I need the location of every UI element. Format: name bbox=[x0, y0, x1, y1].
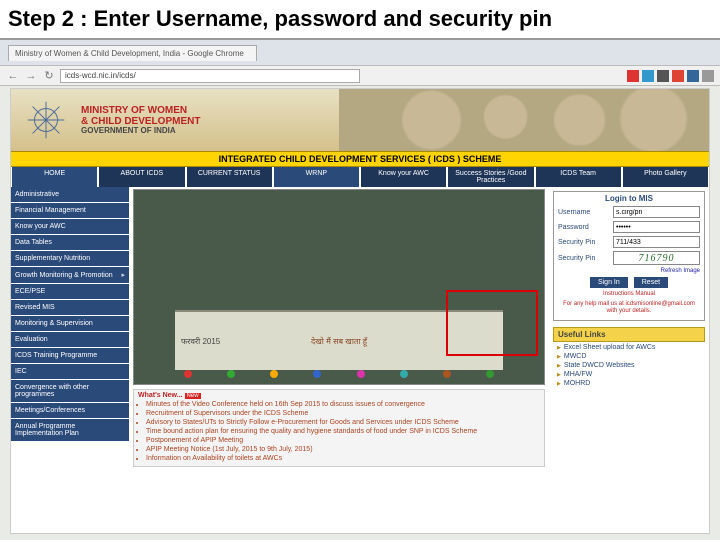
ext-icon[interactable] bbox=[642, 70, 654, 82]
chevron-right-icon: ▸ bbox=[121, 271, 125, 279]
address-bar: ← → ↻ icds-wcd.nic.in/icds/ bbox=[0, 66, 720, 86]
leftnav-item[interactable]: Meetings/Conferences bbox=[11, 403, 129, 418]
leftnav-item[interactable]: ECE/PSE bbox=[11, 284, 129, 299]
content-area: Administrative Financial Management Know… bbox=[11, 187, 709, 513]
password-input[interactable] bbox=[613, 221, 700, 233]
page-body: MINISTRY OF WOMEN & CHILD DEVELOPMENT GO… bbox=[10, 88, 710, 534]
useful-links-header: Useful Links bbox=[553, 327, 705, 342]
news-item[interactable]: APIP Meeting Notice (1st July, 2015 to 9… bbox=[146, 446, 540, 454]
new-badge: New bbox=[185, 393, 201, 399]
ext-icon[interactable] bbox=[657, 70, 669, 82]
left-nav: Administrative Financial Management Know… bbox=[11, 187, 129, 513]
emblem-icon bbox=[11, 89, 81, 151]
browser-tab-strip: Ministry of Women & Child Development, I… bbox=[0, 40, 720, 66]
captcha-image: 716790 bbox=[613, 251, 700, 265]
leftnav-item[interactable]: Monitoring & Supervision bbox=[11, 316, 129, 331]
topnav-item[interactable]: WRNP bbox=[274, 167, 359, 187]
ministry-title: MINISTRY OF WOMEN & CHILD DEVELOPMENT GO… bbox=[81, 105, 200, 136]
leftnav-item[interactable]: Revised MIS bbox=[11, 300, 129, 315]
useful-link[interactable]: State DWCD Websites bbox=[557, 362, 705, 369]
header-banner: MINISTRY OF WOMEN & CHILD DEVELOPMENT GO… bbox=[11, 89, 709, 151]
forward-icon[interactable]: → bbox=[24, 69, 38, 83]
topnav-item[interactable]: ICDS Team bbox=[536, 167, 621, 187]
ext-icon[interactable] bbox=[672, 70, 684, 82]
leftnav-item[interactable]: IEC bbox=[11, 364, 129, 379]
security-pin-input[interactable] bbox=[613, 236, 700, 248]
useful-link[interactable]: Excel Sheet upload for AWCs bbox=[557, 344, 705, 351]
password-label: Password bbox=[558, 224, 610, 231]
whats-new-panel: What's New... New Minutes of the Video C… bbox=[133, 389, 545, 467]
captcha-label: Security Pin bbox=[558, 255, 610, 262]
reload-icon[interactable]: ↻ bbox=[42, 69, 56, 83]
extension-icons bbox=[627, 70, 714, 82]
back-icon[interactable]: ← bbox=[6, 69, 20, 83]
url-input[interactable]: icds-wcd.nic.in/icds/ bbox=[60, 69, 360, 83]
highlight-box bbox=[446, 290, 538, 356]
awc-photo: फरवरी 2015 देखो मैं सब खाता हूँ bbox=[133, 189, 545, 385]
ext-icon[interactable] bbox=[687, 70, 699, 82]
news-item[interactable]: Postponement of APIP Meeting bbox=[146, 437, 540, 445]
news-item[interactable]: Time bound action plan for ensuring the … bbox=[146, 428, 540, 436]
topnav-item[interactable]: Know your AWC bbox=[361, 167, 446, 187]
refresh-captcha-link[interactable]: Refresh Image bbox=[558, 268, 700, 274]
ministry-line: MINISTRY OF WOMEN bbox=[81, 105, 200, 116]
leftnav-item[interactable]: Annual Programme Implementation Plan bbox=[11, 419, 129, 441]
leftnav-item[interactable]: Convergence with other programmes bbox=[11, 380, 129, 402]
leftnav-item[interactable]: Know your AWC bbox=[11, 219, 129, 234]
news-item[interactable]: Recruitment of Supervisors under the ICD… bbox=[146, 410, 540, 418]
leftnav-item[interactable]: Data Tables bbox=[11, 235, 129, 250]
useful-links: Useful Links Excel Sheet upload for AWCs… bbox=[553, 327, 705, 387]
leftnav-item[interactable]: Supplementary Nutrition bbox=[11, 251, 129, 266]
reset-button[interactable]: Reset bbox=[634, 277, 668, 288]
useful-link[interactable]: MOHRD bbox=[557, 380, 705, 387]
ext-icon[interactable] bbox=[627, 70, 639, 82]
whats-new-header: What's New... bbox=[138, 392, 183, 399]
browser-tab[interactable]: Ministry of Women & Child Development, I… bbox=[8, 45, 257, 61]
right-pane: Login to MIS Username Password Security … bbox=[549, 187, 709, 513]
topnav-item[interactable]: ABOUT ICDS bbox=[99, 167, 184, 187]
scheme-title-bar: INTEGRATED CHILD DEVELOPMENT SERVICES ( … bbox=[11, 151, 709, 167]
useful-link[interactable]: MWCD bbox=[557, 353, 705, 360]
sign-in-button[interactable]: Sign In bbox=[590, 277, 628, 288]
news-item[interactable]: Minutes of the Video Conference held on … bbox=[146, 401, 540, 409]
ext-icon[interactable] bbox=[702, 70, 714, 82]
leftnav-item[interactable]: ICDS Training Programme bbox=[11, 348, 129, 363]
login-box: Login to MIS Username Password Security … bbox=[553, 191, 705, 321]
topnav-item[interactable]: HOME bbox=[12, 167, 97, 187]
topnav-item[interactable]: CURRENT STATUS bbox=[187, 167, 272, 187]
ministry-line: & CHILD DEVELOPMENT bbox=[81, 116, 200, 127]
gov-line: GOVERNMENT OF INDIA bbox=[81, 127, 200, 136]
instructions-link[interactable]: Instructions Manual bbox=[558, 291, 700, 298]
leftnav-item[interactable]: Growth Monitoring & Promotion▸ bbox=[11, 267, 129, 283]
leftnav-item[interactable]: Administrative bbox=[11, 187, 129, 202]
useful-link[interactable]: MHA/FW bbox=[557, 371, 705, 378]
username-input[interactable] bbox=[613, 206, 700, 218]
news-item[interactable]: Information on Availability of toilets a… bbox=[146, 455, 540, 463]
username-label: Username bbox=[558, 209, 610, 216]
middle-pane: फरवरी 2015 देखो मैं सब खाता हूँ What's N… bbox=[129, 187, 549, 513]
topnav-item[interactable]: Success Stories /Good Practices bbox=[448, 167, 533, 187]
leftnav-item[interactable]: Evaluation bbox=[11, 332, 129, 347]
news-item[interactable]: Advisory to States/UTs to Strictly Follo… bbox=[146, 419, 540, 427]
security-pin-label: Security Pin bbox=[558, 239, 610, 246]
top-nav: HOME ABOUT ICDS CURRENT STATUS WRNP Know… bbox=[11, 167, 709, 187]
slide-title: Step 2 : Enter Username, password and se… bbox=[0, 0, 720, 40]
banner-photo bbox=[339, 89, 709, 151]
leftnav-item[interactable]: Financial Management bbox=[11, 203, 129, 218]
help-text: For any help mail us at icdsmisonline@gm… bbox=[558, 301, 700, 315]
topnav-item[interactable]: Photo Gallery bbox=[623, 167, 708, 187]
login-title: Login to MIS bbox=[558, 194, 700, 203]
